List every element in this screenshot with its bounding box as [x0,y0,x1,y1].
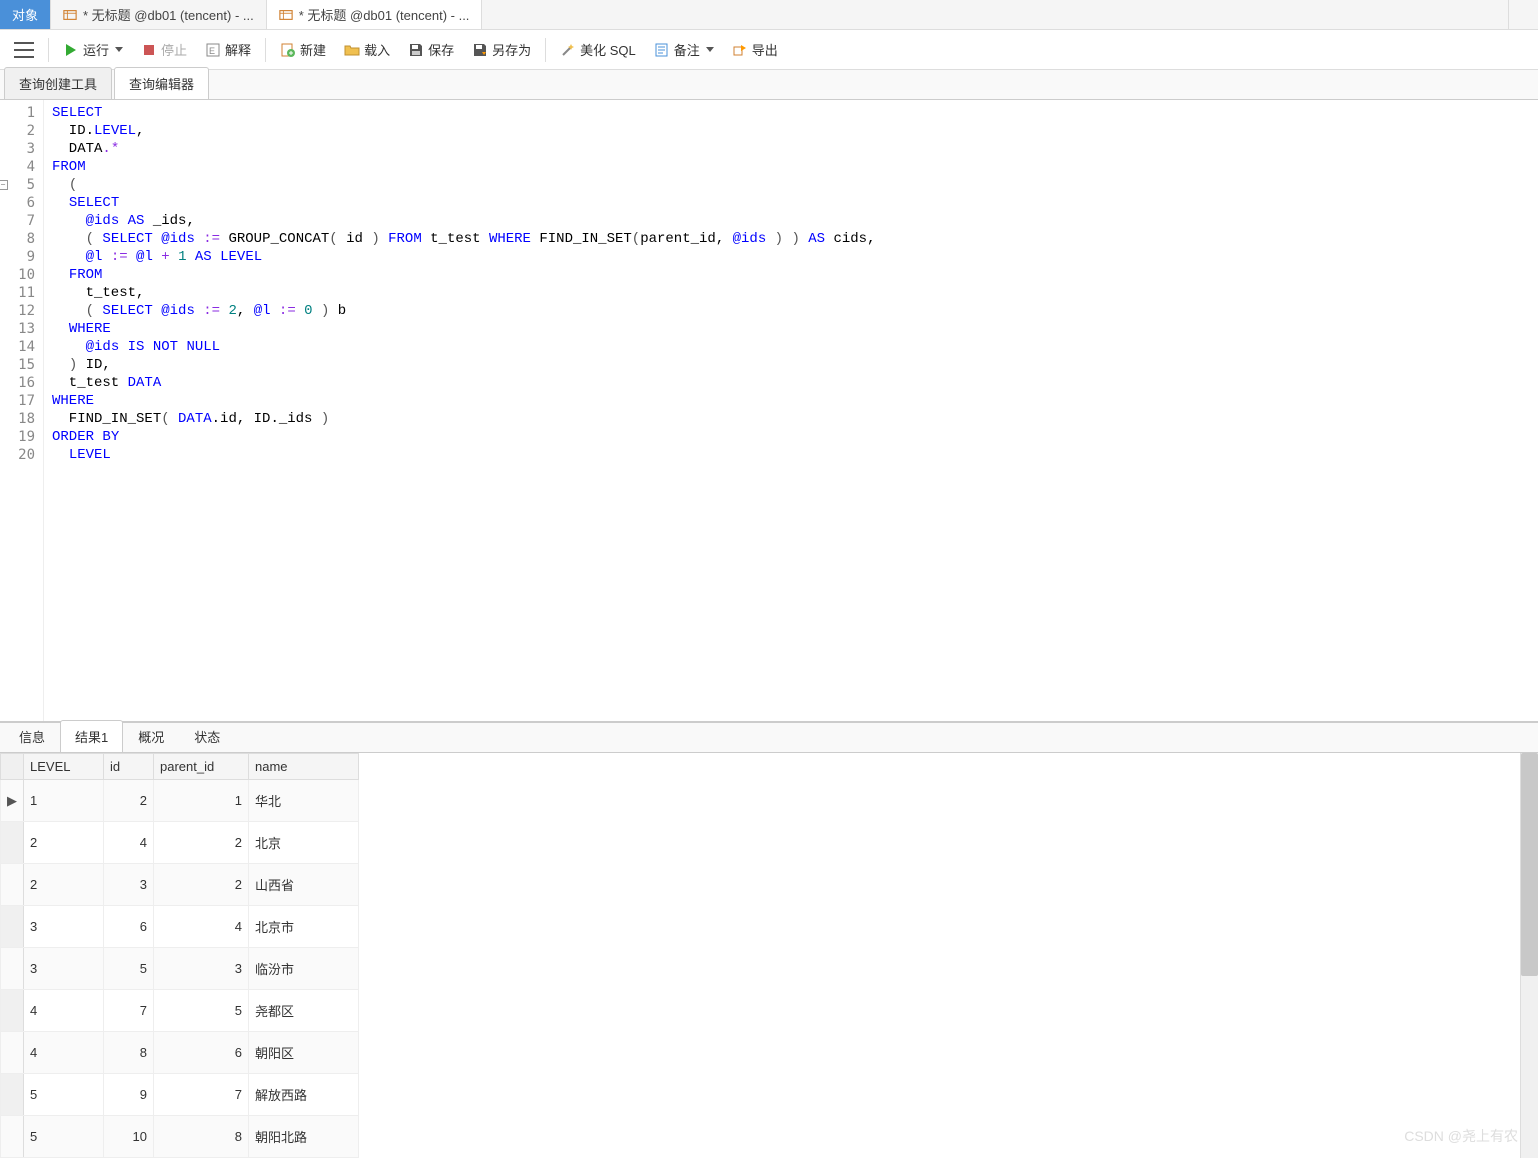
query-icon [63,8,77,22]
result-tabs: 信息 结果1 概况 状态 [0,723,1538,753]
new-icon [280,42,296,58]
label: 停止 [161,40,187,59]
load-button[interactable]: 载入 [336,36,398,63]
table-row[interactable]: 364北京市 [1,906,359,948]
wand-icon [560,42,576,58]
label: 备注 [674,40,700,59]
note-icon [654,42,670,58]
spacer [482,0,1508,29]
tab-profile[interactable]: 概况 [123,720,179,752]
label: 查询编辑器 [129,77,194,92]
editor-tabs: 查询创建工具 查询编辑器 [0,70,1538,100]
separator [48,38,49,62]
table-row[interactable]: 5108朝阳北路 [1,1116,359,1158]
table-row[interactable]: ▶121华北 [1,780,359,822]
label: 另存为 [492,40,531,59]
tab-objects-label: 对象 [12,5,38,24]
label: 查询创建工具 [19,77,97,92]
export-icon [732,42,748,58]
label: 保存 [428,40,454,59]
save-icon [408,42,424,58]
table-row[interactable]: 353临汾市 [1,948,359,990]
label: 信息 [19,730,45,745]
query-icon [279,8,293,22]
run-button[interactable]: 运行 [55,36,131,63]
table-row[interactable]: 242北京 [1,822,359,864]
scroll-thumb[interactable] [1521,753,1538,976]
separator [265,38,266,62]
explain-button[interactable]: E 解释 [197,36,259,63]
play-icon [63,42,79,58]
result-grid[interactable]: LEVELidparent_idname▶121华北242北京232山西省364… [0,753,359,1158]
file-tabs: 对象 * 无标题 @db01 (tencent) - ... * 无标题 @db… [0,0,1538,30]
tab-query-1[interactable]: * 无标题 @db01 (tencent) - ... [51,0,267,29]
label: 解释 [225,40,251,59]
folder-icon [344,42,360,58]
saveas-button[interactable]: 另存为 [464,36,539,63]
toolbar: 运行 停止 E 解释 新建 载入 保存 另存为 [0,30,1538,70]
label: 运行 [83,40,109,59]
chevron-down-icon [706,47,714,52]
table-row[interactable]: 232山西省 [1,864,359,906]
line-gutter: 1234567891011121314151617181920 [0,100,44,721]
new-button[interactable]: 新建 [272,36,334,63]
table-row[interactable]: 475尧都区 [1,990,359,1032]
table-row[interactable]: 597解放西路 [1,1074,359,1116]
tab-query-2[interactable]: * 无标题 @db01 (tencent) - ... [267,0,483,29]
scrollbar[interactable] [1520,753,1538,1158]
remark-button[interactable]: 备注 [646,36,722,63]
svg-text:E: E [209,46,215,56]
sql-editor[interactable]: 1234567891011121314151617181920 SELECT I… [0,100,1538,723]
table-row[interactable]: 486朝阳区 [1,1032,359,1074]
code-area[interactable]: SELECT ID.LEVEL, DATA.* FROM ( SELECT @i… [44,100,1538,721]
label: 美化 SQL [580,40,636,59]
new-tab-button[interactable] [1508,0,1538,29]
stop-button: 停止 [133,36,195,63]
export-button[interactable]: 导出 [724,36,786,63]
tab-status[interactable]: 状态 [179,720,235,752]
tab-info[interactable]: 信息 [4,720,60,752]
result-grid-wrap: LEVELidparent_idname▶121华北242北京232山西省364… [0,753,1538,1158]
result-panel: 信息 结果1 概况 状态 LEVELidparent_idname▶121华北2… [0,723,1538,1158]
save-button[interactable]: 保存 [400,36,462,63]
label: 概况 [138,730,164,745]
tab-label: * 无标题 @db01 (tencent) - ... [299,5,470,24]
explain-icon: E [205,42,221,58]
tab-objects[interactable]: 对象 [0,0,51,29]
tab-query-editor[interactable]: 查询编辑器 [114,67,209,99]
saveas-icon [472,42,488,58]
label: 新建 [300,40,326,59]
tab-label: * 无标题 @db01 (tencent) - ... [83,5,254,24]
chevron-down-icon [115,47,123,52]
label: 结果1 [75,730,108,745]
tab-result1[interactable]: 结果1 [60,720,123,752]
label: 导出 [752,40,778,59]
menu-button[interactable] [14,42,34,58]
tab-query-builder[interactable]: 查询创建工具 [4,67,112,99]
label: 状态 [194,730,220,745]
stop-icon [141,42,157,58]
beautify-button[interactable]: 美化 SQL [552,36,644,63]
label: 载入 [364,40,390,59]
separator [545,38,546,62]
